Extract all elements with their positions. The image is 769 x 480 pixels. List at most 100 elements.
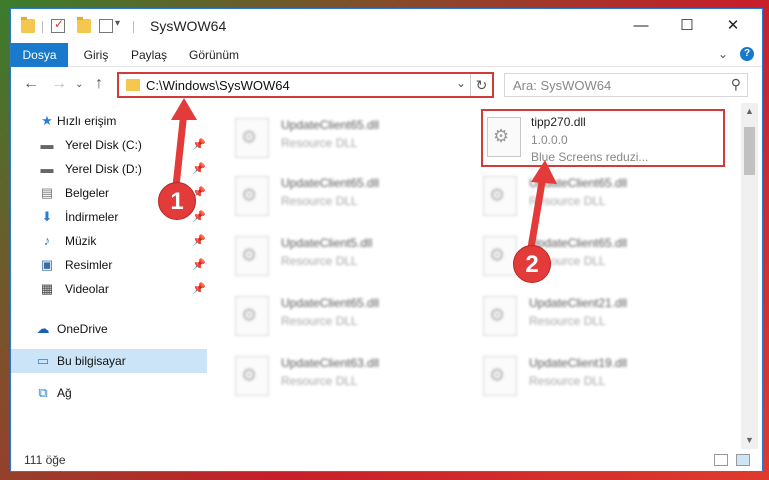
file-name: UpdateClient63.dll xyxy=(281,356,380,370)
sidebar-item-label: Videolar xyxy=(65,282,109,296)
dll-file-icon xyxy=(235,176,269,216)
dll-file-icon xyxy=(487,117,521,157)
help-icon[interactable]: ? xyxy=(740,47,754,61)
sidebar-item-quick-access[interactable]: ★ Hızlı erişim xyxy=(11,109,207,133)
computer-icon: ▭ xyxy=(36,353,50,368)
tab-share[interactable]: Paylaş xyxy=(124,43,174,67)
status-bar: 111 öğe xyxy=(11,449,762,471)
sidebar-item-label: Yerel Disk (D:) xyxy=(65,162,142,176)
file-item-tipp270[interactable]: tipp270.dll 1.0.0.0 Blue Screens reduzi.… xyxy=(481,109,725,167)
music-icon: ♪ xyxy=(43,233,51,248)
details-view-icon[interactable] xyxy=(714,454,728,466)
vertical-scrollbar[interactable]: ▲ ▼ xyxy=(741,103,758,449)
recent-locations-icon[interactable]: ⌄ xyxy=(75,79,83,90)
customize-toolbar-icon[interactable] xyxy=(99,19,113,33)
sidebar-item-disk-d[interactable]: ▬ Yerel Disk (D:) 📌 xyxy=(11,157,207,181)
tiles-view-icon[interactable] xyxy=(736,454,750,466)
address-row: ← → ⌄ ↑ C:\Windows\SysWOW64 ⌄ ↻ Ara: Sys… xyxy=(11,67,762,103)
up-icon[interactable]: ↑ xyxy=(95,75,103,93)
pin-icon: 📌 xyxy=(192,211,206,223)
dll-file-icon xyxy=(483,356,517,396)
sidebar-item-label: Yerel Disk (C:) xyxy=(65,138,142,152)
divider xyxy=(133,21,134,33)
file-item[interactable]: UpdateClient5.dll Resource DLL xyxy=(217,227,449,283)
chevron-down-icon[interactable]: ⌄ xyxy=(456,76,466,90)
file-item[interactable]: UpdateClient63.dll Resource DLL xyxy=(217,347,449,403)
sidebar-item-pictures[interactable]: ▣ Resimler 📌 xyxy=(11,253,207,277)
sidebar-item-music[interactable]: ♪ Müzik 📌 xyxy=(11,229,207,253)
sidebar-item-videos[interactable]: ▦ Videolar 📌 xyxy=(11,277,207,301)
refresh-icon[interactable]: ↻ xyxy=(470,74,492,96)
new-folder-icon[interactable] xyxy=(77,17,91,33)
dll-file-icon xyxy=(483,176,517,216)
star-icon: ★ xyxy=(41,113,53,128)
network-icon: ⧉ xyxy=(38,385,48,400)
dll-file-icon xyxy=(235,356,269,396)
title-bar: ▾ SysWOW64 — ☐ ✕ xyxy=(11,9,762,43)
file-item[interactable]: UpdateClient21.dll Resource DLL xyxy=(465,287,697,343)
file-name: UpdateClient65.dll xyxy=(529,176,628,190)
file-description: Blue Screens reduzi... xyxy=(531,150,649,164)
sidebar-item-label: Ağ xyxy=(57,386,72,400)
sidebar-item-label: Hızlı erişim xyxy=(57,114,117,128)
properties-icon[interactable] xyxy=(51,17,65,33)
forward-icon[interactable]: → xyxy=(51,75,67,93)
sidebar-item-label: Müzik xyxy=(65,234,97,248)
close-button[interactable]: ✕ xyxy=(710,9,756,43)
file-item[interactable]: UpdateClient19.dll Resource DLL xyxy=(465,347,697,403)
pin-icon: 📌 xyxy=(192,139,206,151)
pin-icon: 📌 xyxy=(192,163,206,175)
divider xyxy=(42,21,43,33)
tab-file[interactable]: Dosya xyxy=(11,43,68,67)
file-description: Resource DLL xyxy=(281,194,358,208)
file-description: Resource DLL xyxy=(281,136,358,150)
pin-icon: 📌 xyxy=(192,283,206,295)
file-description: Resource DLL xyxy=(281,374,358,388)
sidebar-item-this-pc[interactable]: ▭ Bu bilgisayar xyxy=(11,349,207,373)
maximize-button[interactable]: ☐ xyxy=(664,9,710,43)
chevron-down-icon[interactable]: ▾ xyxy=(115,18,120,29)
tab-view[interactable]: Görünüm xyxy=(182,43,246,67)
search-input[interactable]: Ara: SysWOW64 ⚲ xyxy=(504,73,748,97)
step-marker-2: 2 xyxy=(513,245,551,283)
file-description: Resource DLL xyxy=(281,254,358,268)
back-icon[interactable]: ← xyxy=(23,75,39,93)
file-name: UpdateClient65.dll xyxy=(281,296,380,310)
window-title: SysWOW64 xyxy=(150,18,227,34)
file-item[interactable]: UpdateClient65.dll Resource DLL xyxy=(465,167,697,223)
sidebar-item-label: Resimler xyxy=(65,258,113,272)
drive-icon: ▬ xyxy=(40,137,54,152)
dll-file-icon xyxy=(483,236,517,276)
expand-ribbon-icon[interactable]: ⌄ xyxy=(718,47,728,61)
dll-file-icon xyxy=(235,296,269,336)
file-name: UpdateClient5.dll xyxy=(281,236,373,250)
file-description: Resource DLL xyxy=(529,374,606,388)
dll-file-icon xyxy=(235,236,269,276)
search-placeholder: Ara: SysWOW64 xyxy=(513,78,612,93)
sidebar-item-network[interactable]: ⧉ Ağ xyxy=(11,381,207,405)
file-version: 1.0.0.0 xyxy=(531,133,568,147)
scroll-thumb[interactable] xyxy=(744,127,755,175)
file-name: UpdateClient65.dll xyxy=(281,176,380,190)
address-bar[interactable]: C:\Windows\SysWOW64 ⌄ ↻ xyxy=(117,72,494,98)
item-count: 111 öğe xyxy=(24,453,66,467)
file-item[interactable]: UpdateClient65.dll Resource DLL xyxy=(217,287,449,343)
dll-file-icon xyxy=(235,118,269,158)
scroll-down-icon[interactable]: ▼ xyxy=(741,432,758,449)
file-item[interactable]: UpdateClient65.dll Resource DLL xyxy=(217,167,449,223)
navigation-pane: ★ Hızlı erişim ▬ Yerel Disk (C:) 📌 ▬ Yer… xyxy=(11,103,207,449)
sidebar-item-label: Belgeler xyxy=(65,186,110,200)
folder-icon xyxy=(21,17,35,33)
minimize-button[interactable]: — xyxy=(618,9,664,43)
search-icon[interactable]: ⚲ xyxy=(731,76,741,93)
sidebar-item-disk-c[interactable]: ▬ Yerel Disk (C:) 📌 xyxy=(11,133,207,157)
address-path[interactable]: C:\Windows\SysWOW64 xyxy=(146,78,290,93)
step-marker-1: 1 xyxy=(158,182,196,220)
sidebar-item-onedrive[interactable]: ☁ OneDrive xyxy=(11,317,207,341)
tab-home[interactable]: Giriş xyxy=(74,43,118,67)
file-item[interactable]: UpdateClient65.dll Resource DLL xyxy=(217,109,449,165)
videos-icon: ▦ xyxy=(40,281,54,296)
scroll-up-icon[interactable]: ▲ xyxy=(741,103,758,120)
file-description: Resource DLL xyxy=(281,314,358,328)
file-item[interactable]: UpdateClient65.dll Resource DLL xyxy=(465,227,697,283)
